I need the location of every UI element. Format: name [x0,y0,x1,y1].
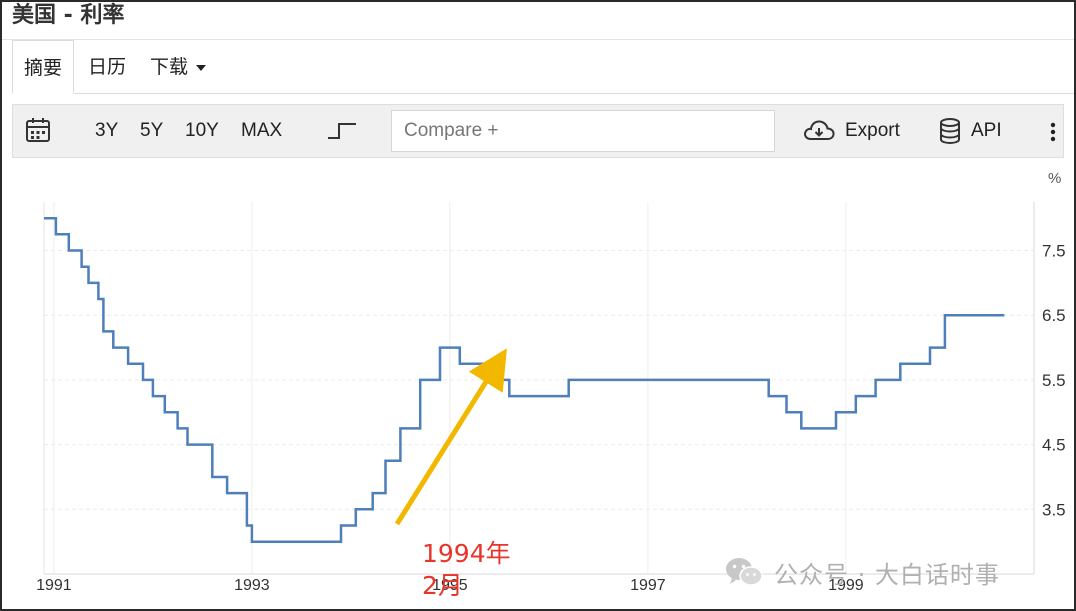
wechat-icon [724,555,764,589]
y-tick-label: 6.5 [1042,306,1066,325]
series-line [44,216,1005,543]
y-tick-label: 3.5 [1042,500,1066,519]
x-tick-label: 1991 [36,577,72,594]
x-tick-label: 1993 [234,577,270,594]
y-tick-label: 4.5 [1042,436,1066,455]
y-tick-label: 5.5 [1042,371,1066,390]
trend-arrow [394,348,507,526]
x-tick-label: 1997 [630,577,666,594]
y-unit-label: % [1048,170,1061,187]
annotation-1994-feb: 1994年 2月 [422,538,511,602]
watermark: 公众号 · 大白话时事 [724,552,1000,592]
annotation-year: 1994年 [422,539,511,568]
watermark-text: 公众号 · 大白话时事 [774,560,1000,589]
annotation-month: 2月 [422,571,463,600]
y-tick-label: 7.5 [1042,242,1066,261]
app-window: 美国 - 利率 摘要 日历 下载 3Y 5Y 10Y MAX Compare +… [0,0,1076,611]
rate-chart: 1991 1993 1995 1997 19993.54.55.56.57.5% [36,170,1066,594]
